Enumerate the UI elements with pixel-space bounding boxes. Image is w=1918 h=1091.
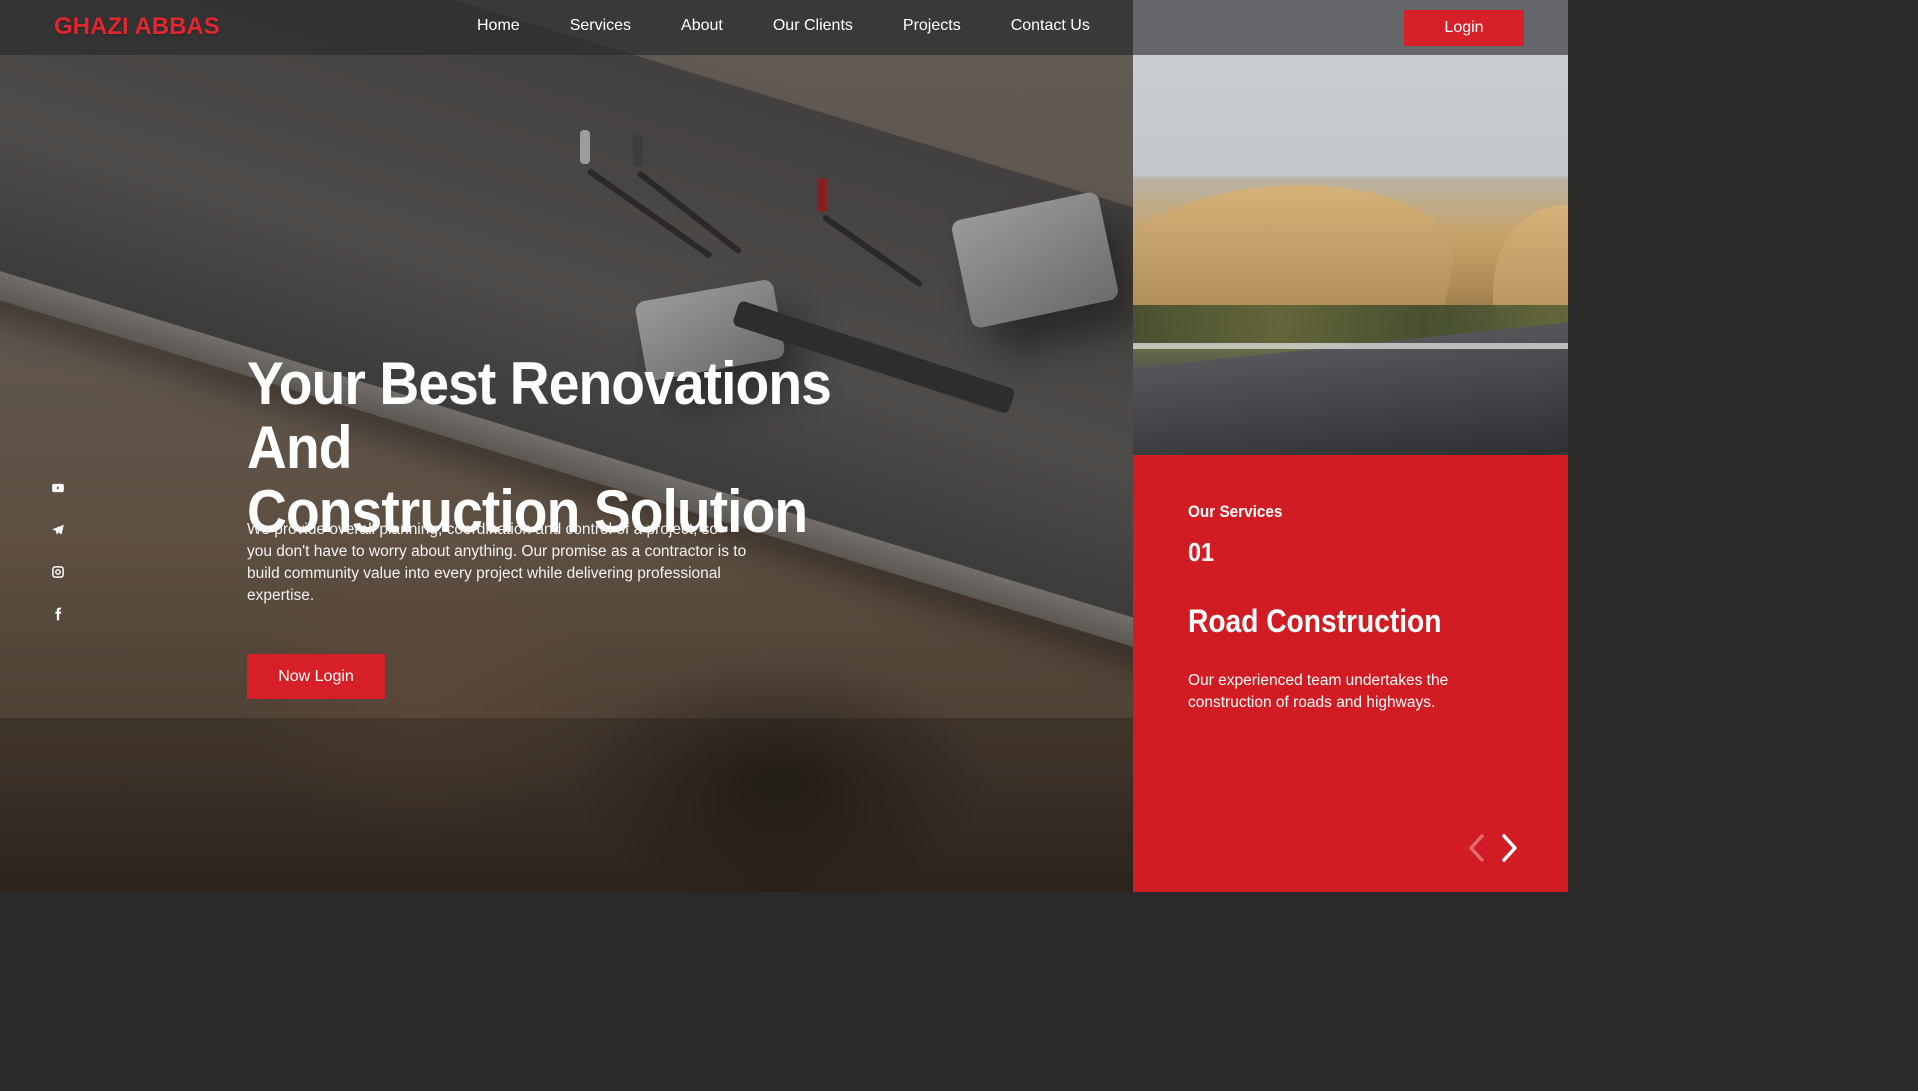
nav-menu: Home Services About Our Clients Projects… <box>477 17 1090 35</box>
social-links <box>50 480 66 622</box>
nav-item-home[interactable]: Home <box>477 17 520 35</box>
facebook-icon[interactable] <box>50 606 66 622</box>
login-button[interactable]: Login <box>1404 10 1524 46</box>
hero-title: Your Best Renovations And Construction S… <box>247 352 946 544</box>
guardrail-shape <box>1133 343 1568 349</box>
service-index: 01 <box>1188 537 1215 567</box>
service-title: Road Construction <box>1188 603 1442 639</box>
nav-item-contact-us[interactable]: Contact Us <box>1011 17 1090 35</box>
now-login-button[interactable]: Now Login <box>247 654 385 699</box>
services-panel: Our Services 01 Road Construction Our ex… <box>1133 455 1568 892</box>
youtube-icon[interactable] <box>50 480 66 496</box>
instagram-icon[interactable] <box>50 564 66 580</box>
hero-description: We provide overall planning, coordinatio… <box>247 521 747 604</box>
service-image <box>1133 55 1568 455</box>
services-section-label: Our Services <box>1188 502 1283 521</box>
service-description: Our experienced team undertakes the cons… <box>1188 672 1449 711</box>
nav-item-projects[interactable]: Projects <box>903 17 961 35</box>
navbar: GHAZI ABBAS Home Services About Our Clie… <box>0 0 1133 55</box>
page: GHAZI ABBAS Home Services About Our Clie… <box>0 0 1568 892</box>
nav-item-about[interactable]: About <box>681 17 723 35</box>
hero-bottom-shade <box>0 718 1133 892</box>
telegram-icon[interactable] <box>50 522 66 538</box>
chevron-left-icon[interactable] <box>1463 830 1491 866</box>
nav-item-services[interactable]: Services <box>570 17 631 35</box>
hero-title-line-1: Your Best Renovations And <box>247 350 832 481</box>
nav-item-our-clients[interactable]: Our Clients <box>773 17 853 35</box>
brand-logo[interactable]: GHAZI ABBAS <box>54 13 220 41</box>
chevron-right-icon[interactable] <box>1495 830 1523 866</box>
